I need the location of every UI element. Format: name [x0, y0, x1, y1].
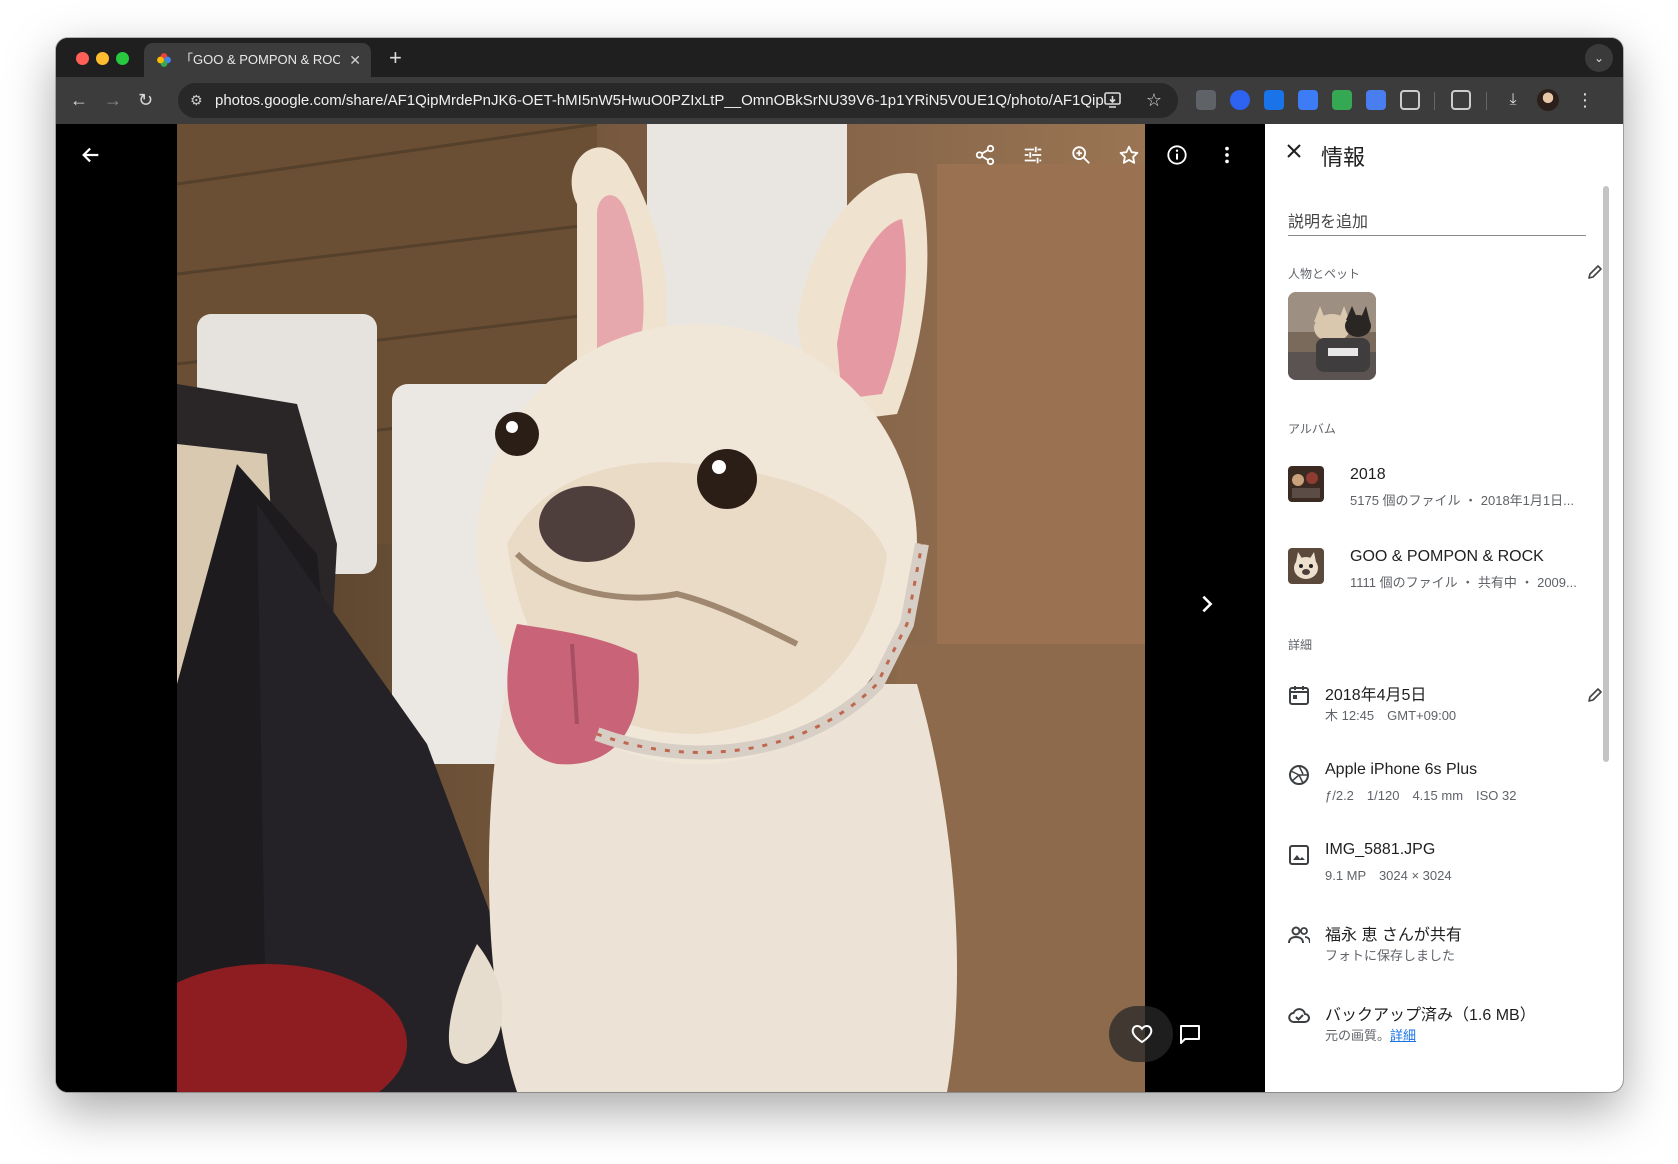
trello-extension-icon[interactable]: [1264, 90, 1284, 110]
time-text: 木 12:45 GMT+09:00: [1325, 708, 1457, 723]
details-section-label: 詳細: [1288, 638, 1313, 652]
albums-section-label: アルバム: [1288, 422, 1336, 436]
saved-to-photos-text: フォトに保存しました: [1325, 948, 1456, 963]
cloud-done-icon: [1288, 1008, 1310, 1023]
tune-icon[interactable]: [1022, 144, 1044, 171]
toolbar-divider: [1434, 92, 1435, 110]
close-window-button[interactable]: [76, 52, 89, 65]
forward-icon[interactable]: →: [104, 89, 122, 111]
downloads-icon[interactable]: ⤓: [1503, 90, 1523, 110]
backup-quality-text: 元の画質。: [1325, 1028, 1391, 1043]
album-title: GOO & POMPON & ROCK: [1350, 548, 1544, 565]
photo-viewer: [56, 124, 1265, 1092]
minimize-window-button[interactable]: [96, 52, 109, 65]
people-icon: [1288, 926, 1310, 944]
edit-people-icon[interactable]: [1587, 264, 1603, 285]
aperture-icon: [1289, 765, 1309, 785]
browser-menu-icon[interactable]: ⋮: [1575, 90, 1595, 110]
info-icon[interactable]: [1166, 144, 1188, 171]
profile-avatar[interactable]: [1537, 89, 1559, 111]
back-arrow-icon[interactable]: [80, 144, 102, 171]
address-bar[interactable]: ⚙ photos.google.com/share/AF1QipMrdePnJK…: [178, 83, 1178, 118]
back-icon[interactable]: ←: [70, 89, 88, 111]
album-meta: 5175 個のファイル ・ 2018年1月1日...: [1350, 493, 1574, 508]
edit-date-icon[interactable]: [1587, 687, 1603, 708]
tab-title: 「GOO & POMPON & ROCK」: [180, 52, 340, 67]
heart-icon[interactable]: [1130, 1022, 1154, 1051]
image-icon: [1289, 845, 1309, 865]
bookmark-star-icon[interactable]: ☆: [1146, 83, 1162, 118]
zoom-extension-icon[interactable]: [1230, 90, 1250, 110]
panel-title: 情報: [1321, 145, 1366, 170]
new-tab-button[interactable]: +: [389, 47, 402, 69]
edit-extension-icon[interactable]: [1298, 90, 1318, 110]
info-panel: 情報 説明を追加 人物とペット アルバム 2018 5175 個のファイル ・ …: [1265, 124, 1623, 1092]
side-panel-icon[interactable]: [1451, 90, 1471, 110]
zoom-in-icon[interactable]: [1070, 144, 1092, 171]
browser-tab[interactable]: 「GOO & POMPON & ROCK」 ✕: [144, 43, 371, 77]
share-icon[interactable]: [974, 144, 996, 171]
browser-toolbar: ← → ↻ ⚙ photos.google.com/share/AF1QipMr…: [56, 77, 1623, 124]
tab-strip: 「GOO & POMPON & ROCK」 ✕ + ⌄: [56, 38, 1623, 77]
camera-settings: ƒ/2.2 1/120 4.15 mm ISO 32: [1325, 788, 1517, 803]
google-photos-icon: [157, 53, 171, 67]
album-thumbnail: [1288, 466, 1324, 502]
album-thumbnail: [1288, 548, 1324, 584]
tab-search-icon[interactable]: ⌄: [1585, 44, 1613, 72]
backup-quality: 元の画質。詳細: [1325, 1025, 1416, 1044]
sheets-extension-icon[interactable]: [1332, 90, 1352, 110]
close-icon[interactable]: [1285, 142, 1303, 165]
mail-extension-icon[interactable]: [1366, 90, 1386, 110]
toolbar-divider: [1486, 92, 1487, 110]
photo-illustration: [177, 124, 1145, 1092]
page-content: 情報 説明を追加 人物とペット アルバム 2018 5175 個のファイル ・ …: [56, 124, 1623, 1092]
browser-window: 「GOO & POMPON & ROCK」 ✕ + ⌄ ← → ↻ ⚙ phot…: [56, 38, 1623, 1092]
camera-extension-icon[interactable]: [1196, 90, 1216, 110]
file-name: IMG_5881.JPG: [1325, 841, 1436, 858]
more-vert-icon[interactable]: [1216, 144, 1238, 171]
extensions-puzzle-icon[interactable]: [1400, 90, 1420, 110]
dog-photo: [177, 124, 1145, 1092]
people-section-label: 人物とペット: [1288, 267, 1361, 281]
url-text: photos.google.com/share/AF1QipMrdePnJK6-…: [215, 92, 1105, 109]
comment-icon[interactable]: [1178, 1022, 1202, 1051]
zoom-window-button[interactable]: [116, 52, 129, 65]
file-resolution: 9.1 MP 3024 × 3024: [1325, 868, 1452, 883]
album-meta: 1111 個のファイル ・ 共有中 ・ 2009...: [1350, 575, 1577, 590]
panel-scrollbar[interactable]: [1603, 186, 1609, 762]
tab-close-icon[interactable]: ✕: [349, 43, 361, 77]
next-photo-icon[interactable]: [1196, 592, 1218, 621]
backup-status: バックアップ済み（1.6 MB）: [1325, 1007, 1536, 1024]
star-icon[interactable]: [1118, 144, 1140, 171]
date-text: 2018年4月5日: [1325, 687, 1427, 704]
backup-details-link[interactable]: 詳細: [1390, 1028, 1416, 1043]
reload-icon[interactable]: ↻: [138, 89, 153, 111]
site-info-icon[interactable]: ⚙: [190, 83, 203, 118]
pet-thumbnail[interactable]: [1288, 292, 1376, 380]
camera-model: Apple iPhone 6s Plus: [1325, 761, 1478, 778]
album-title: 2018: [1350, 466, 1386, 483]
install-app-icon[interactable]: [1104, 92, 1122, 108]
shared-by-text: 福永 恵 さんが共有: [1325, 927, 1462, 944]
description-input[interactable]: 説明を追加: [1288, 208, 1586, 236]
calendar-icon: [1289, 686, 1309, 705]
